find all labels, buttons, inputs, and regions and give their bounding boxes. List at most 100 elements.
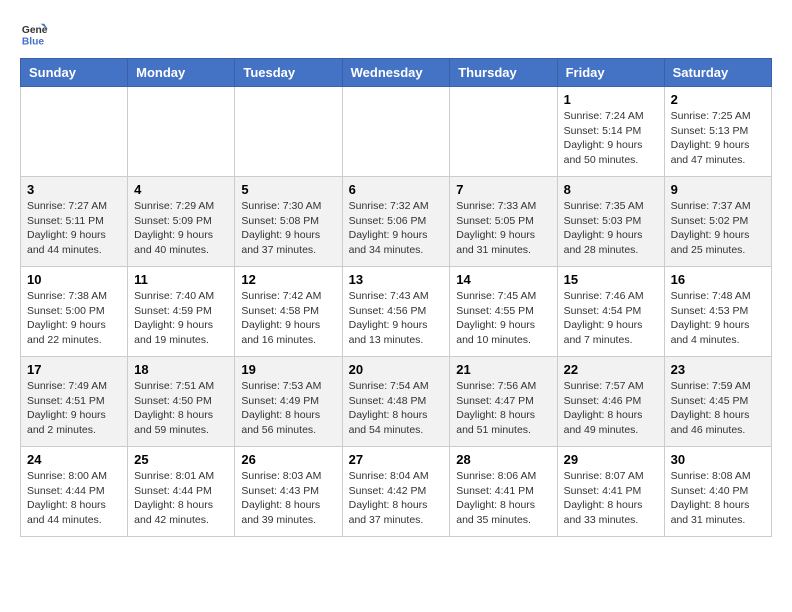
day-number: 26 <box>241 452 335 467</box>
week-row-1: 1 Sunrise: 7:24 AM Sunset: 5:14 PM Daylig… <box>21 87 772 177</box>
calendar-cell <box>450 87 557 177</box>
calendar-cell <box>21 87 128 177</box>
calendar-cell: 9 Sunrise: 7:37 AM Sunset: 5:02 PM Daylig… <box>664 177 771 267</box>
day-info: Sunrise: 8:08 AM Sunset: 4:40 PM Dayligh… <box>671 469 765 528</box>
day-info: Sunrise: 7:59 AM Sunset: 4:45 PM Dayligh… <box>671 379 765 438</box>
day-info: Sunrise: 8:01 AM Sunset: 4:44 PM Dayligh… <box>134 469 228 528</box>
day-info: Sunrise: 7:40 AM Sunset: 4:59 PM Dayligh… <box>134 289 228 348</box>
svg-text:General: General <box>22 25 48 36</box>
calendar-cell: 11 Sunrise: 7:40 AM Sunset: 4:59 PM Dayli… <box>128 267 235 357</box>
day-number: 22 <box>564 362 658 377</box>
weekday-header-wednesday: Wednesday <box>342 59 450 87</box>
calendar-cell: 27 Sunrise: 8:04 AM Sunset: 4:42 PM Dayli… <box>342 447 450 537</box>
weekday-header-tuesday: Tuesday <box>235 59 342 87</box>
calendar-cell: 25 Sunrise: 8:01 AM Sunset: 4:44 PM Dayli… <box>128 447 235 537</box>
calendar-cell: 30 Sunrise: 8:08 AM Sunset: 4:40 PM Dayli… <box>664 447 771 537</box>
day-info: Sunrise: 7:49 AM Sunset: 4:51 PM Dayligh… <box>27 379 121 438</box>
day-info: Sunrise: 7:33 AM Sunset: 5:05 PM Dayligh… <box>456 199 550 258</box>
day-info: Sunrise: 7:51 AM Sunset: 4:50 PM Dayligh… <box>134 379 228 438</box>
day-info: Sunrise: 7:57 AM Sunset: 4:46 PM Dayligh… <box>564 379 658 438</box>
day-number: 12 <box>241 272 335 287</box>
calendar-cell: 5 Sunrise: 7:30 AM Sunset: 5:08 PM Daylig… <box>235 177 342 267</box>
day-info: Sunrise: 8:00 AM Sunset: 4:44 PM Dayligh… <box>27 469 121 528</box>
calendar-cell <box>128 87 235 177</box>
day-info: Sunrise: 7:25 AM Sunset: 5:13 PM Dayligh… <box>671 109 765 168</box>
day-number: 13 <box>349 272 444 287</box>
calendar-cell: 26 Sunrise: 8:03 AM Sunset: 4:43 PM Dayli… <box>235 447 342 537</box>
calendar-cell: 7 Sunrise: 7:33 AM Sunset: 5:05 PM Daylig… <box>450 177 557 267</box>
day-number: 5 <box>241 182 335 197</box>
day-number: 4 <box>134 182 228 197</box>
calendar-cell: 22 Sunrise: 7:57 AM Sunset: 4:46 PM Dayli… <box>557 357 664 447</box>
day-number: 25 <box>134 452 228 467</box>
week-row-5: 24 Sunrise: 8:00 AM Sunset: 4:44 PM Dayli… <box>21 447 772 537</box>
weekday-header-friday: Friday <box>557 59 664 87</box>
calendar-cell: 10Sunrise: 7:38 AM Sunset: 5:00 PM Dayli… <box>21 267 128 357</box>
day-info: Sunrise: 7:30 AM Sunset: 5:08 PM Dayligh… <box>241 199 335 258</box>
day-number: 23 <box>671 362 765 377</box>
day-number: 28 <box>456 452 550 467</box>
day-number: 30 <box>671 452 765 467</box>
calendar-cell: 3Sunrise: 7:27 AM Sunset: 5:11 PM Daylig… <box>21 177 128 267</box>
day-number: 20 <box>349 362 444 377</box>
calendar-cell: 18 Sunrise: 7:51 AM Sunset: 4:50 PM Dayli… <box>128 357 235 447</box>
day-info: Sunrise: 7:35 AM Sunset: 5:03 PM Dayligh… <box>564 199 658 258</box>
weekday-header-monday: Monday <box>128 59 235 87</box>
day-info: Sunrise: 8:03 AM Sunset: 4:43 PM Dayligh… <box>241 469 335 528</box>
day-number: 8 <box>564 182 658 197</box>
week-row-4: 17 Sunrise: 7:49 AM Sunset: 4:51 PM Dayli… <box>21 357 772 447</box>
logo-icon: General Blue <box>20 20 48 48</box>
calendar-cell: 21 Sunrise: 7:56 AM Sunset: 4:47 PM Dayli… <box>450 357 557 447</box>
calendar-cell: 1 Sunrise: 7:24 AM Sunset: 5:14 PM Daylig… <box>557 87 664 177</box>
day-number: 1 <box>564 92 658 107</box>
day-info: Sunrise: 8:07 AM Sunset: 4:41 PM Dayligh… <box>564 469 658 528</box>
week-row-3: 10Sunrise: 7:38 AM Sunset: 5:00 PM Dayli… <box>21 267 772 357</box>
day-info: Sunrise: 7:27 AM Sunset: 5:11 PM Dayligh… <box>27 199 121 258</box>
svg-text:Blue: Blue <box>22 36 45 47</box>
calendar-cell: 23 Sunrise: 7:59 AM Sunset: 4:45 PM Dayli… <box>664 357 771 447</box>
day-info: Sunrise: 7:48 AM Sunset: 4:53 PM Dayligh… <box>671 289 765 348</box>
day-number: 29 <box>564 452 658 467</box>
day-number: 11 <box>134 272 228 287</box>
week-row-2: 3Sunrise: 7:27 AM Sunset: 5:11 PM Daylig… <box>21 177 772 267</box>
day-info: Sunrise: 7:45 AM Sunset: 4:55 PM Dayligh… <box>456 289 550 348</box>
calendar-cell: 13Sunrise: 7:43 AM Sunset: 4:56 PM Dayli… <box>342 267 450 357</box>
day-number: 19 <box>241 362 335 377</box>
calendar-cell: 8 Sunrise: 7:35 AM Sunset: 5:03 PM Daylig… <box>557 177 664 267</box>
day-info: Sunrise: 7:37 AM Sunset: 5:02 PM Dayligh… <box>671 199 765 258</box>
day-info: Sunrise: 7:32 AM Sunset: 5:06 PM Dayligh… <box>349 199 444 258</box>
calendar-cell: 12 Sunrise: 7:42 AM Sunset: 4:58 PM Dayli… <box>235 267 342 357</box>
day-number: 18 <box>134 362 228 377</box>
day-number: 15 <box>564 272 658 287</box>
day-number: 17 <box>27 362 121 377</box>
calendar-cell: 16 Sunrise: 7:48 AM Sunset: 4:53 PM Dayli… <box>664 267 771 357</box>
day-info: Sunrise: 7:24 AM Sunset: 5:14 PM Dayligh… <box>564 109 658 168</box>
day-info: Sunrise: 7:46 AM Sunset: 4:54 PM Dayligh… <box>564 289 658 348</box>
day-info: Sunrise: 8:06 AM Sunset: 4:41 PM Dayligh… <box>456 469 550 528</box>
calendar-cell: 17 Sunrise: 7:49 AM Sunset: 4:51 PM Dayli… <box>21 357 128 447</box>
day-number: 10 <box>27 272 121 287</box>
logo: General Blue <box>20 20 52 48</box>
weekday-header-row: SundayMondayTuesdayWednesdayThursdayFrid… <box>21 59 772 87</box>
calendar-cell <box>235 87 342 177</box>
day-info: Sunrise: 7:56 AM Sunset: 4:47 PM Dayligh… <box>456 379 550 438</box>
calendar-cell: 6Sunrise: 7:32 AM Sunset: 5:06 PM Daylig… <box>342 177 450 267</box>
day-number: 24 <box>27 452 121 467</box>
calendar-table: SundayMondayTuesdayWednesdayThursdayFrid… <box>20 58 772 537</box>
calendar-cell <box>342 87 450 177</box>
page-header: General Blue <box>20 20 772 48</box>
day-info: Sunrise: 8:04 AM Sunset: 4:42 PM Dayligh… <box>349 469 444 528</box>
day-info: Sunrise: 7:42 AM Sunset: 4:58 PM Dayligh… <box>241 289 335 348</box>
day-info: Sunrise: 7:54 AM Sunset: 4:48 PM Dayligh… <box>349 379 444 438</box>
day-number: 21 <box>456 362 550 377</box>
weekday-header-saturday: Saturday <box>664 59 771 87</box>
calendar-cell: 24 Sunrise: 8:00 AM Sunset: 4:44 PM Dayli… <box>21 447 128 537</box>
day-number: 9 <box>671 182 765 197</box>
day-number: 2 <box>671 92 765 107</box>
day-number: 27 <box>349 452 444 467</box>
calendar-cell: 14 Sunrise: 7:45 AM Sunset: 4:55 PM Dayli… <box>450 267 557 357</box>
day-number: 14 <box>456 272 550 287</box>
day-number: 7 <box>456 182 550 197</box>
weekday-header-thursday: Thursday <box>450 59 557 87</box>
day-number: 16 <box>671 272 765 287</box>
